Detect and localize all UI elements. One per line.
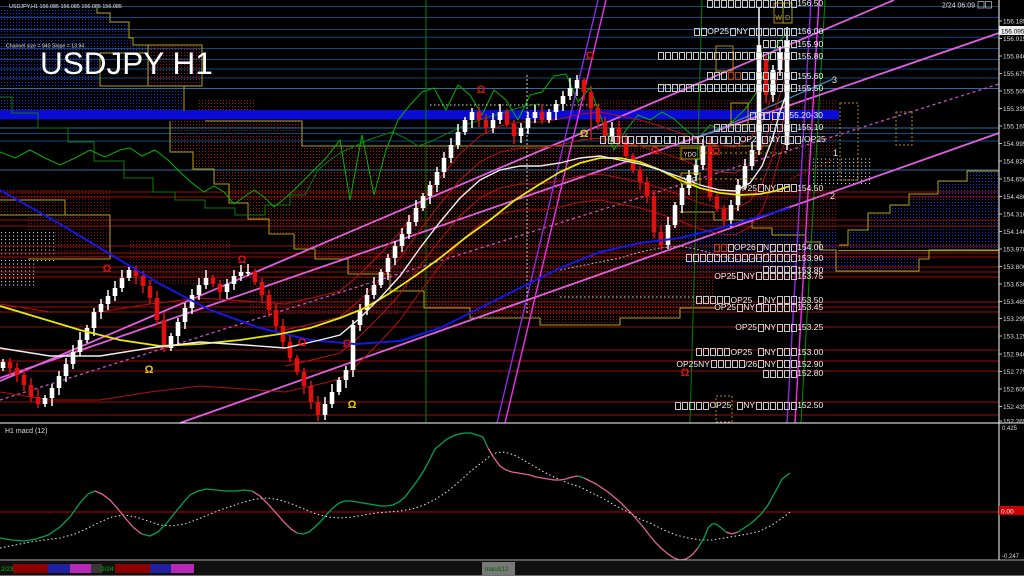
svg-text:152.435: 152.435 — [1003, 404, 1024, 411]
svg-text:153.45: 153.45 — [797, 302, 823, 312]
svg-text:0.00: 0.00 — [1001, 508, 1014, 515]
svg-text:153.125: 153.125 — [1003, 333, 1024, 340]
svg-text:153.90: 153.90 — [797, 253, 823, 263]
svg-text:153.800: 153.800 — [1003, 264, 1024, 271]
svg-text:OP24: OP24 — [740, 134, 762, 144]
svg-text:YDC: YDC — [684, 178, 697, 184]
svg-text:2/24 06:09: 2/24 06:09 — [942, 3, 975, 10]
svg-text:3: 3 — [832, 75, 837, 85]
svg-text:OP25: OP25 — [707, 26, 729, 36]
svg-text:155.505: 155.505 — [1003, 88, 1024, 95]
svg-text:153.75: 153.75 — [797, 271, 823, 281]
svg-text:NY: NY — [764, 183, 776, 193]
svg-text:W: W — [775, 15, 782, 22]
svg-text:Ω: Ω — [580, 128, 589, 140]
svg-text:USDJPY,H1 156.085 156.085 156: USDJPY,H1 156.085 156.085 156.085 156.08… — [9, 4, 122, 10]
svg-text:OP25: OP25 — [731, 347, 753, 357]
svg-text:NY: NY — [736, 26, 748, 36]
svg-text:-0.247: -0.247 — [1002, 554, 1020, 560]
svg-text:Ω: Ω — [103, 263, 112, 275]
svg-text:155.846: 155.846 — [1003, 53, 1024, 60]
svg-text:156.015: 156.015 — [1003, 36, 1024, 43]
svg-text:152.80: 152.80 — [797, 368, 823, 378]
svg-text:NY: NY — [743, 400, 755, 410]
svg-text:153.295: 153.295 — [1003, 316, 1024, 323]
svg-text:154.50: 154.50 — [797, 183, 823, 193]
svg-text:154.310: 154.310 — [1003, 211, 1024, 218]
svg-text:154.140: 154.140 — [1003, 229, 1024, 236]
svg-text:Ω: Ω — [477, 84, 486, 96]
svg-text:155.165: 155.165 — [1003, 123, 1024, 130]
svg-text:NY: NY — [764, 322, 776, 332]
svg-text:155.20-30: 155.20-30 — [785, 110, 824, 120]
svg-text:153.465: 153.465 — [1003, 299, 1024, 306]
svg-text:Ω: Ω — [651, 145, 660, 157]
svg-text:154.820: 154.820 — [1003, 158, 1024, 165]
svg-text:154.650: 154.650 — [1003, 176, 1024, 183]
svg-text:156.00: 156.00 — [797, 26, 823, 36]
svg-text:0.425: 0.425 — [1002, 426, 1018, 432]
svg-text:Ω: Ω — [348, 399, 357, 411]
svg-text:OP25: OP25 — [735, 183, 757, 193]
svg-text:155.80: 155.80 — [797, 51, 823, 61]
svg-text:155.60: 155.60 — [797, 71, 823, 81]
svg-text:NY: NY — [769, 134, 781, 144]
svg-text:OP25: OP25 — [714, 302, 736, 312]
svg-text:155.10: 155.10 — [797, 122, 823, 132]
svg-text:155.90: 155.90 — [797, 39, 823, 49]
svg-text:152.946: 152.946 — [1003, 351, 1024, 358]
svg-text:N: N — [763, 242, 769, 252]
svg-text:Ω: Ω — [712, 146, 721, 158]
svg-text:153.25: 153.25 — [797, 322, 823, 332]
svg-text:YDO: YDO — [683, 153, 696, 159]
svg-text:D: D — [785, 15, 790, 22]
svg-text:OP25: OP25 — [735, 322, 757, 332]
svg-text:Ω: Ω — [145, 364, 154, 376]
svg-text:OP25: OP25 — [710, 400, 732, 410]
svg-text:Ω: Ω — [298, 337, 307, 349]
svg-text:155.675: 155.675 — [1003, 71, 1024, 78]
svg-text:NY: NY — [764, 347, 776, 357]
svg-text:OP25: OP25 — [714, 271, 736, 281]
svg-text:153.00: 153.00 — [797, 347, 823, 357]
svg-text:USDJPY H1: USDJPY H1 — [40, 45, 213, 81]
svg-text:156.50: 156.50 — [797, 0, 823, 8]
svg-text:NY: NY — [764, 295, 776, 305]
svg-text:154.995: 154.995 — [1003, 141, 1024, 148]
svg-text:/26: /26 — [745, 359, 757, 369]
svg-text:Ω: Ω — [343, 338, 352, 350]
svg-text:153.630: 153.630 — [1003, 281, 1024, 288]
svg-text:152.605: 152.605 — [1003, 386, 1024, 393]
svg-text:1: 1 — [833, 148, 838, 158]
svg-text:Ω: Ω — [586, 50, 595, 62]
svg-text:155.50: 155.50 — [797, 83, 823, 93]
svg-text:2/23: 2/23 — [1, 566, 14, 573]
svg-text:NY: NY — [743, 271, 755, 281]
svg-text:2: 2 — [830, 191, 835, 201]
svg-text:155.335: 155.335 — [1003, 106, 1024, 113]
svg-text:OP26: OP26 — [734, 242, 756, 252]
svg-text:NY: NY — [743, 302, 755, 312]
svg-text:156.185: 156.185 — [1003, 18, 1024, 25]
svg-text:154.00: 154.00 — [797, 242, 823, 252]
svg-text:OP25NY: OP25NY — [676, 359, 710, 369]
svg-text:H1 macd (12): H1 macd (12) — [5, 428, 47, 435]
svg-text:Ω: Ω — [238, 254, 247, 266]
svg-text:macd(12: macd(12 — [485, 567, 509, 573]
svg-text:152.50: 152.50 — [797, 400, 823, 410]
svg-text:152.265: 152.265 — [1003, 418, 1024, 425]
svg-text:154.480: 154.480 — [1003, 194, 1024, 201]
svg-text:/OP25: /OP25 — [802, 134, 826, 144]
svg-text:156.095: 156.095 — [1001, 28, 1024, 35]
svg-text:152.775: 152.775 — [1003, 369, 1024, 376]
svg-text:NY: NY — [764, 359, 776, 369]
svg-text:2/24: 2/24 — [101, 566, 114, 573]
svg-text:153.970: 153.970 — [1003, 246, 1024, 253]
